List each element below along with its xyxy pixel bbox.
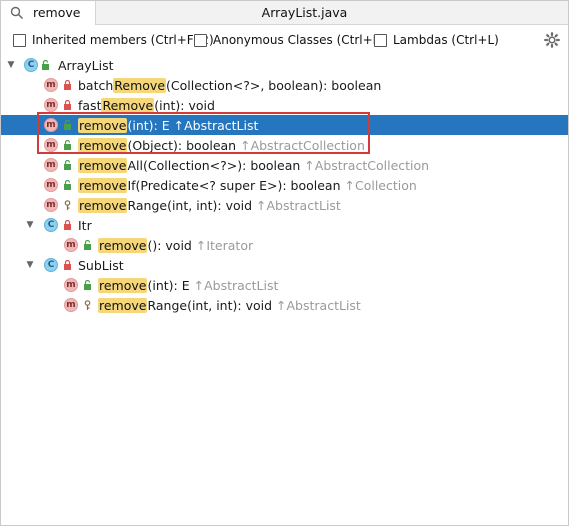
tree-member-remove-if[interactable]: m remove If(Predicate<? super E>): boolea…	[1, 175, 568, 195]
tree-member-remove-all[interactable]: m remove All(Collection<?>): boolean ↑Abst…	[1, 155, 568, 175]
search-match: remove	[78, 177, 128, 193]
inherited-members-option[interactable]: Inherited members (Ctrl+F12)	[13, 33, 214, 47]
node-label: Itr	[78, 217, 92, 233]
method-icon: m	[44, 78, 58, 92]
class-icon: C	[24, 58, 38, 72]
class-icon: C	[44, 218, 58, 232]
member-signature: (Collection<?>, boolean): boolean	[166, 77, 382, 93]
method-icon: m	[44, 118, 58, 132]
public-unlock-icon	[84, 280, 91, 290]
private-lock-icon	[64, 260, 71, 270]
overrides-label: ↑AbstractList	[173, 117, 259, 133]
search-match: remove	[78, 157, 128, 173]
public-unlock-icon	[64, 120, 71, 130]
public-unlock-icon	[64, 160, 71, 170]
tree-member-remove-range[interactable]: m remove Range(int, int): void ↑AbstractLi…	[1, 195, 568, 215]
chevron-down-icon[interactable]: ▼	[6, 60, 16, 70]
overrides-label: ↑AbstractList	[193, 277, 279, 293]
member-signature: All(Collection<?>): boolean	[127, 157, 301, 173]
member-signature: (Object): boolean	[127, 137, 237, 153]
method-icon: m	[44, 178, 58, 192]
anonymous-classes-label: Anonymous Classes (Ctrl+I)	[213, 33, 381, 47]
chevron-down-icon[interactable]: ▼	[25, 220, 35, 230]
tree-node-sublist[interactable]: ▼ C SubList	[1, 255, 568, 275]
public-unlock-icon	[84, 240, 91, 250]
tree-member-remove-object[interactable]: m remove (Object): boolean ↑AbstractCollec…	[1, 135, 568, 155]
public-unlock-icon	[42, 60, 49, 70]
node-label: SubList	[78, 257, 124, 273]
private-lock-icon	[64, 80, 71, 90]
node-label: ArrayList	[58, 57, 114, 73]
search-match: remove	[98, 277, 148, 293]
tree-node-arraylist[interactable]: ▼ C ArrayList	[1, 55, 568, 75]
lambdas-option[interactable]: Lambdas (Ctrl+L)	[374, 33, 499, 47]
class-icon: C	[44, 258, 58, 272]
anonymous-classes-checkbox[interactable]	[194, 33, 207, 47]
search-match: remove	[98, 297, 148, 313]
tree-member-batch-remove[interactable]: m batch Remove (Collection<?>, boolean): b…	[1, 75, 568, 95]
popup-header: remove ArrayList.java	[1, 1, 568, 25]
tree-node-itr[interactable]: ▼ C Itr	[1, 215, 568, 235]
lambdas-label: Lambdas (Ctrl+L)	[393, 33, 499, 47]
search-match: remove	[78, 137, 128, 153]
overrides-label: ↑AbstractList	[256, 197, 341, 213]
private-lock-icon	[64, 220, 71, 230]
search-match: Remove	[113, 77, 167, 93]
overrides-label: ↑AbstractList	[276, 297, 361, 313]
tree-member-remove-int[interactable]: m remove (int): E ↑AbstractList	[1, 115, 568, 135]
structure-popup: remove ArrayList.java Inherited members …	[0, 0, 569, 526]
overrides-label: ↑AbstractCollection	[240, 137, 365, 153]
public-unlock-icon	[64, 140, 71, 150]
gear-icon[interactable]	[544, 32, 560, 48]
tree-member-fast-remove[interactable]: m fast Remove (int): void	[1, 95, 568, 115]
method-icon: m	[44, 138, 58, 152]
overrides-label: ↑AbstractCollection	[304, 157, 430, 173]
method-icon: m	[44, 158, 58, 172]
search-match: remove	[98, 237, 148, 253]
method-icon: m	[64, 298, 78, 312]
search-match: Remove	[101, 97, 155, 113]
method-icon: m	[44, 98, 58, 112]
member-signature: Range(int, int): void	[147, 297, 273, 313]
member-signature: (int): E	[147, 277, 190, 293]
member-signature: If(Predicate<? super E>): boolean	[127, 177, 341, 193]
anonymous-classes-option[interactable]: Anonymous Classes (Ctrl+I)	[194, 33, 381, 47]
method-icon: m	[64, 238, 78, 252]
inherited-members-checkbox[interactable]	[13, 33, 26, 47]
overrides-label: ↑Iterator	[195, 237, 254, 253]
tree-member-sublist-remove-range[interactable]: m remove Range(int, int): void ↑AbstractLi…	[1, 295, 568, 315]
member-name-prefix: batch	[78, 77, 114, 93]
public-unlock-icon	[64, 180, 71, 190]
member-signature: (int): E	[127, 117, 170, 133]
tree-member-sublist-remove[interactable]: m remove (int): E ↑AbstractList	[1, 275, 568, 295]
chevron-down-icon[interactable]: ▼	[25, 260, 35, 270]
member-signature: Range(int, int): void	[127, 197, 253, 213]
method-icon: m	[64, 278, 78, 292]
private-lock-icon	[64, 100, 71, 110]
overrides-label: ↑Collection	[344, 177, 417, 193]
inherited-members-label: Inherited members (Ctrl+F12)	[32, 33, 214, 47]
options-bar: Inherited members (Ctrl+F12) Anonymous C…	[1, 26, 568, 54]
protected-key-icon	[64, 200, 71, 210]
method-icon: m	[44, 198, 58, 212]
protected-key-icon	[84, 300, 91, 310]
member-name-prefix: fast	[78, 97, 102, 113]
search-match: remove	[78, 117, 128, 133]
tree-member-itr-remove[interactable]: m remove (): void ↑Iterator	[1, 235, 568, 255]
file-title: ArrayList.java	[261, 5, 348, 20]
member-signature: (): void	[147, 237, 192, 253]
search-match: remove	[78, 197, 128, 213]
lambdas-checkbox[interactable]	[374, 33, 387, 47]
member-signature: (int): void	[154, 97, 215, 113]
